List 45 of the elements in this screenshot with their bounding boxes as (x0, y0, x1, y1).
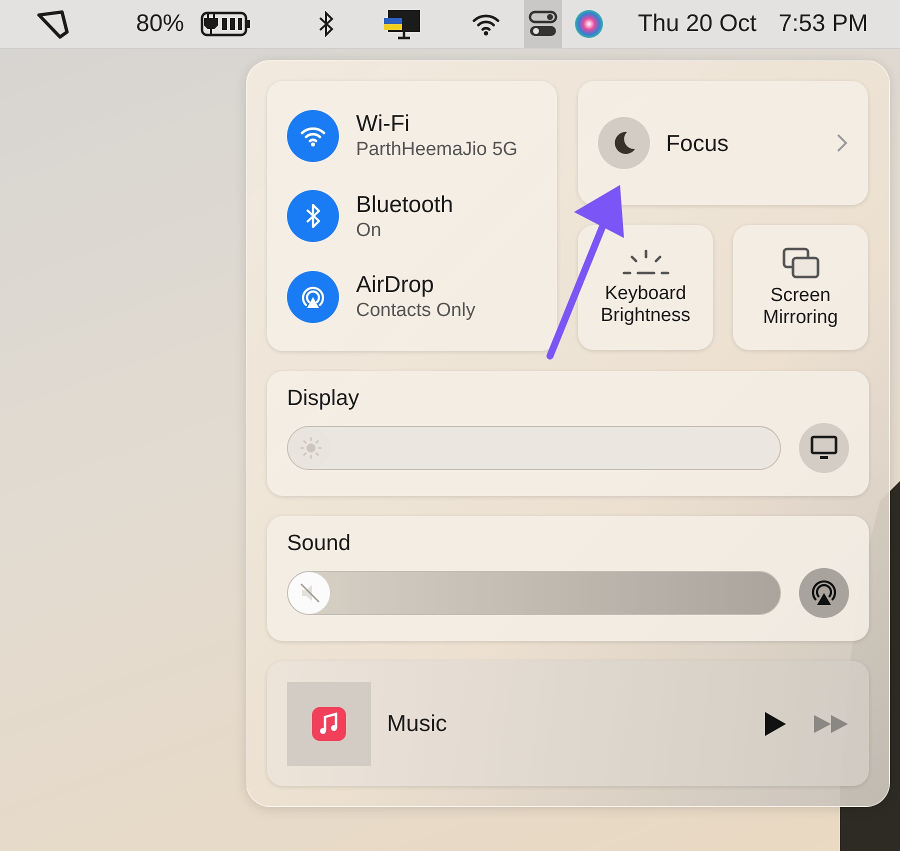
display-icon (810, 435, 838, 461)
battery-percentage: 80% (136, 10, 184, 38)
display-flag-icon[interactable] (382, 8, 422, 40)
slider-track[interactable] (287, 571, 781, 615)
menu-bar-time[interactable]: 7:53 PM (778, 10, 868, 38)
toggle-button[interactable] (287, 190, 339, 242)
focus-tile[interactable]: Focus (578, 81, 868, 205)
focus-label: Focus (666, 130, 730, 156)
toggle-button[interactable] (287, 270, 339, 322)
slider-track[interactable] (287, 426, 781, 470)
control-tile[interactable]: Keyboard Brightness (578, 225, 713, 350)
control-tile[interactable]: Screen Mirroring (733, 225, 868, 350)
slider-option-button[interactable] (799, 423, 849, 473)
toggle-status: ParthHeemaJio 5G (356, 139, 518, 161)
slider-fill[interactable] (288, 572, 330, 614)
play-icon (763, 710, 787, 736)
chevron-right-icon (836, 133, 848, 153)
toggle-name: AirDrop (356, 271, 435, 298)
fast-forward-icon (813, 714, 849, 734)
battery-icon[interactable] (200, 10, 252, 38)
toggle-status: On (356, 220, 382, 242)
music-app-icon (312, 706, 346, 740)
menu-bar-date[interactable]: Thu 20 Oct (638, 10, 757, 38)
toggle-name: Wi-Fi (356, 110, 411, 137)
toggles-icon (528, 10, 558, 38)
toggle-button[interactable] (287, 110, 339, 162)
toggle-name: Bluetooth (356, 190, 454, 218)
wifi-icon[interactable] (470, 12, 502, 36)
toggle-status: Contacts Only (356, 300, 476, 322)
play-button[interactable] (763, 710, 787, 736)
siri-icon[interactable] (574, 9, 604, 39)
muted-speaker-icon (298, 582, 322, 604)
sun-icon (300, 437, 322, 459)
brightness-icon (622, 248, 670, 276)
bluetooth-icon (305, 203, 321, 229)
wifi-icon (300, 124, 326, 146)
control-center-button[interactable] (524, 0, 562, 48)
bluetooth-icon[interactable] (318, 11, 334, 37)
airplay-audio-icon (810, 579, 838, 607)
music-app-name: Music (387, 710, 448, 737)
screen-mirroring-icon (782, 246, 820, 278)
focus-toggle[interactable] (598, 117, 650, 169)
slider-option-button[interactable] (799, 568, 849, 618)
slider-title: Display (287, 385, 360, 411)
slider-title: Sound (287, 530, 352, 556)
